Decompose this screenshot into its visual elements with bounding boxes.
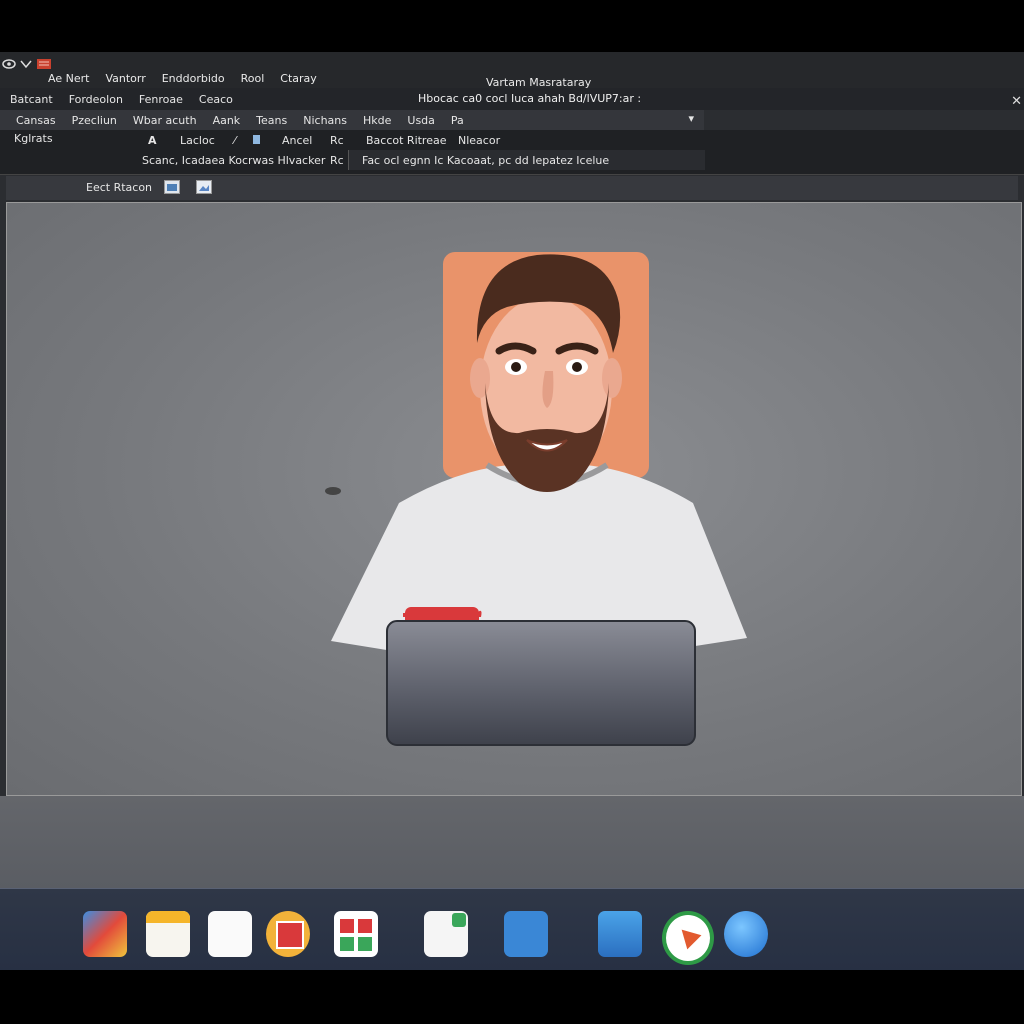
tabs-row: Cansas Pzecliun Wbar acuth Aank Teans Ni… [0, 110, 704, 130]
ribbon-button[interactable]: Lacloc [180, 134, 215, 147]
tab[interactable]: Nichans [303, 114, 347, 127]
menu-bar: Ae Nert Vantorr Enddorbido Rool Ctaray [48, 72, 317, 85]
photos-app-icon[interactable] [83, 911, 127, 957]
brush-icon[interactable]: ⁄ [234, 134, 236, 147]
tab[interactable]: Usda [407, 114, 435, 127]
menu-item[interactable]: Ctaray [280, 72, 317, 85]
toolbar-item[interactable]: Ceaco [199, 93, 233, 106]
left-pupil [511, 362, 521, 372]
right-ear [602, 358, 622, 398]
toolbar-button[interactable]: Eect Rtacon [86, 181, 152, 194]
menu-item[interactable]: Rool [241, 72, 265, 85]
image-icon[interactable] [164, 180, 180, 197]
screen: Ae Nert Vantorr Enddorbido Rool Ctaray V… [0, 52, 1024, 970]
help-app-icon[interactable] [724, 911, 768, 957]
office-app-icon[interactable] [334, 911, 378, 957]
ribbon-button[interactable]: Ancel [282, 134, 312, 147]
title-bar: Ae Nert Vantorr Enddorbido Rool Ctaray V… [0, 52, 1024, 89]
tab[interactable]: Hkde [363, 114, 391, 127]
editor-canvas[interactable] [6, 202, 1022, 796]
tab[interactable]: Pzecliun [72, 114, 117, 127]
menu-item[interactable]: Ae Nert [48, 72, 89, 85]
tab[interactable]: Wbar acuth [133, 114, 197, 127]
dropdown-arrow-icon[interactable]: ▾ [688, 112, 694, 125]
close-icon[interactable]: ✕ [1011, 94, 1022, 109]
contacts-app-icon[interactable] [504, 911, 548, 957]
tab[interactable]: Teans [256, 114, 287, 127]
ribbon-button[interactable]: Nleacor [458, 134, 500, 147]
ribbon-button[interactable]: Rc [330, 154, 344, 167]
ribbon-button[interactable]: Rc [330, 134, 344, 147]
left-ear [470, 358, 490, 398]
bucket-icon[interactable] [252, 134, 262, 149]
laptop-folder [386, 620, 696, 746]
weather-app-icon[interactable] [598, 911, 642, 957]
avatar-illustration [331, 252, 747, 746]
app-logo-icon [36, 58, 52, 73]
right-pupil [572, 362, 582, 372]
ribbon-button[interactable]: Baccot Ritreae [366, 134, 447, 147]
tab[interactable]: Aank [213, 114, 241, 127]
ribbon-field-text: Fac ocl egnn Ic Kacoaat, pc dd Iepatez I… [362, 154, 610, 167]
dock [0, 888, 1024, 970]
notes-app-icon[interactable] [146, 911, 190, 957]
documents-app-icon[interactable] [208, 911, 252, 957]
address-text: Hbocac ca0 cocl Iuca ahah Bd/lVUP7:ar : [418, 92, 642, 105]
chevron-down-icon[interactable] [20, 59, 32, 72]
spreadsheet-app-icon[interactable] [424, 911, 468, 957]
calendar-app-icon[interactable] [266, 911, 310, 957]
toolbar-item[interactable]: Batcant [10, 93, 53, 106]
menu-item[interactable]: Vantorr [105, 72, 145, 85]
menu-item[interactable]: Enddorbido [162, 72, 225, 85]
font-icon[interactable]: A [148, 134, 157, 147]
status-area [0, 796, 1024, 888]
picture-icon[interactable] [196, 180, 212, 197]
secondary-toolbar: Eect Rtacon [6, 176, 1018, 200]
toolbar-item[interactable]: Fenroae [139, 93, 183, 106]
tab[interactable]: Cansas [16, 114, 56, 127]
window-controls [2, 58, 52, 73]
tab[interactable]: Pa [451, 114, 464, 127]
toolbar-item[interactable]: Fordeolon [69, 93, 123, 106]
browser-app-icon[interactable] [662, 911, 714, 965]
ribbon-label: Kglrats [14, 132, 53, 145]
ribbon: Kglrats A Lacloc ⁄ Ancel Rc Baccot Ritre… [0, 130, 1024, 175]
eye-icon[interactable] [2, 59, 16, 72]
ribbon-caption: Scanc, Icadaea Kocrwas Hlvacker [142, 154, 326, 167]
